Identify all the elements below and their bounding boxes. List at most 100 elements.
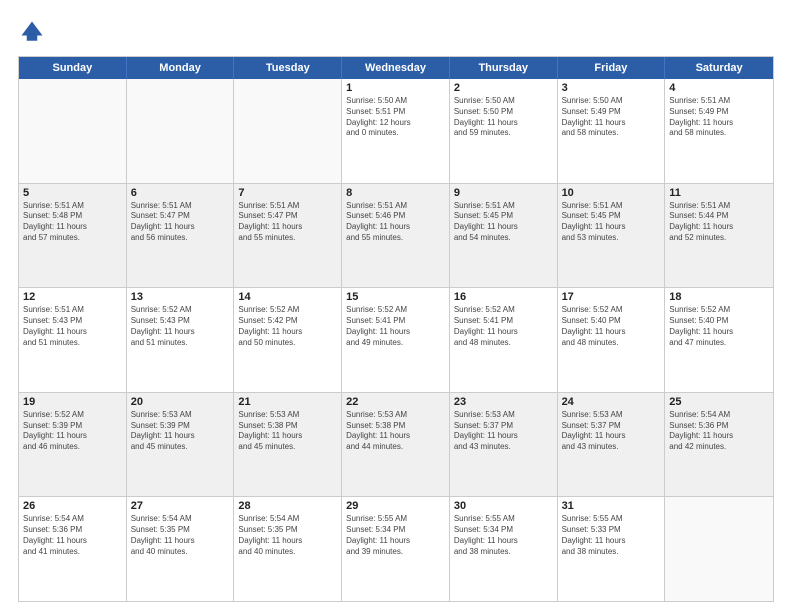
day-text: Sunrise: 5:51 AM Sunset: 5:47 PM Dayligh…: [238, 201, 337, 244]
day-cell-14: 14Sunrise: 5:52 AM Sunset: 5:42 PM Dayli…: [234, 288, 342, 392]
day-cell-28: 28 Sunrise: 5:54 AM Sunset: 5:35 PM Dayli…: [234, 497, 342, 601]
empty-cell-4-6: [665, 497, 773, 601]
day-number: 18: [669, 291, 769, 303]
day-number: 26: [23, 500, 122, 512]
day-text: Sunrise: 5:51 AM Sunset: 5:47 PM Dayligh…: [131, 201, 230, 244]
day-number: 27: [131, 500, 230, 512]
day-cell-24: 24Sunrise: 5:53 AM Sunset: 5:37 PM Dayli…: [558, 393, 666, 497]
day-number: 10: [562, 187, 661, 199]
day-number: 5: [23, 187, 122, 199]
day-text: Sunrise: 5:52 AM Sunset: 5:41 PM Dayligh…: [346, 305, 445, 348]
calendar-row-4: 26 Sunrise: 5:54 AM Sunset: 5:36 PM Dayli…: [19, 496, 773, 601]
day-number: 17: [562, 291, 661, 303]
day-number: 28: [238, 500, 337, 512]
day-text: Sunrise: 5:51 AM Sunset: 5:43 PM Dayligh…: [23, 305, 122, 348]
empty-cell-0-2: [234, 79, 342, 183]
day-text: Sunrise: 5:52 AM Sunset: 5:40 PM Dayligh…: [669, 305, 769, 348]
calendar-header: SundayMondayTuesdayWednesdayThursdayFrid…: [19, 57, 773, 79]
day-cell-17: 17 Sunrise: 5:52 AM Sunset: 5:40 PM Dayli…: [558, 288, 666, 392]
header-day-tuesday: Tuesday: [234, 57, 342, 79]
day-number: 11: [669, 187, 769, 199]
day-text: Sunrise: 5:50 AM Sunset: 5:51 PM Dayligh…: [346, 96, 445, 139]
day-text: Sunrise: 5:51 AM Sunset: 5:45 PM Dayligh…: [454, 201, 553, 244]
day-cell-25: 25 Sunrise: 5:54 AM Sunset: 5:36 PM Dayli…: [665, 393, 773, 497]
day-number: 21: [238, 396, 337, 408]
day-cell-18: 18 Sunrise: 5:52 AM Sunset: 5:40 PM Dayli…: [665, 288, 773, 392]
day-number: 25: [669, 396, 769, 408]
day-cell-8: 8 Sunrise: 5:51 AM Sunset: 5:46 PM Daylig…: [342, 184, 450, 288]
day-number: 20: [131, 396, 230, 408]
day-number: 13: [131, 291, 230, 303]
day-text: Sunrise: 5:54 AM Sunset: 5:35 PM Dayligh…: [238, 514, 337, 557]
day-number: 8: [346, 187, 445, 199]
day-cell-22: 22Sunrise: 5:53 AM Sunset: 5:38 PM Dayli…: [342, 393, 450, 497]
day-cell-2: 2 Sunrise: 5:50 AM Sunset: 5:50 PM Daylig…: [450, 79, 558, 183]
header-day-wednesday: Wednesday: [342, 57, 450, 79]
header-day-saturday: Saturday: [665, 57, 773, 79]
calendar-row-0: 1 Sunrise: 5:50 AM Sunset: 5:51 PM Daylig…: [19, 79, 773, 183]
day-number: 15: [346, 291, 445, 303]
day-cell-15: 15 Sunrise: 5:52 AM Sunset: 5:41 PM Dayli…: [342, 288, 450, 392]
day-cell-30: 30Sunrise: 5:55 AM Sunset: 5:34 PM Dayli…: [450, 497, 558, 601]
day-text: Sunrise: 5:52 AM Sunset: 5:42 PM Dayligh…: [238, 305, 337, 348]
day-number: 22: [346, 396, 445, 408]
day-cell-27: 27 Sunrise: 5:54 AM Sunset: 5:35 PM Dayli…: [127, 497, 235, 601]
calendar: SundayMondayTuesdayWednesdayThursdayFrid…: [18, 56, 774, 602]
day-cell-6: 6 Sunrise: 5:51 AM Sunset: 5:47 PM Daylig…: [127, 184, 235, 288]
day-cell-4: 4 Sunrise: 5:51 AM Sunset: 5:49 PM Daylig…: [665, 79, 773, 183]
day-text: Sunrise: 5:53 AM Sunset: 5:39 PM Dayligh…: [131, 410, 230, 453]
day-cell-5: 5 Sunrise: 5:51 AM Sunset: 5:48 PM Daylig…: [19, 184, 127, 288]
day-text: Sunrise: 5:51 AM Sunset: 5:46 PM Dayligh…: [346, 201, 445, 244]
header-day-friday: Friday: [558, 57, 666, 79]
day-number: 4: [669, 82, 769, 94]
day-text: Sunrise: 5:54 AM Sunset: 5:36 PM Dayligh…: [669, 410, 769, 453]
logo: [18, 18, 50, 46]
day-number: 29: [346, 500, 445, 512]
day-number: 3: [562, 82, 661, 94]
day-cell-19: 19Sunrise: 5:52 AM Sunset: 5:39 PM Dayli…: [19, 393, 127, 497]
day-number: 31: [562, 500, 661, 512]
day-number: 7: [238, 187, 337, 199]
calendar-row-2: 12 Sunrise: 5:51 AM Sunset: 5:43 PM Dayli…: [19, 287, 773, 392]
day-text: Sunrise: 5:52 AM Sunset: 5:43 PM Dayligh…: [131, 305, 230, 348]
day-cell-21: 21Sunrise: 5:53 AM Sunset: 5:38 PM Dayli…: [234, 393, 342, 497]
day-text: Sunrise: 5:54 AM Sunset: 5:35 PM Dayligh…: [131, 514, 230, 557]
day-cell-11: 11 Sunrise: 5:51 AM Sunset: 5:44 PM Dayli…: [665, 184, 773, 288]
day-cell-12: 12 Sunrise: 5:51 AM Sunset: 5:43 PM Dayli…: [19, 288, 127, 392]
day-text: Sunrise: 5:55 AM Sunset: 5:34 PM Dayligh…: [346, 514, 445, 557]
day-cell-3: 3 Sunrise: 5:50 AM Sunset: 5:49 PM Daylig…: [558, 79, 666, 183]
day-number: 23: [454, 396, 553, 408]
day-number: 9: [454, 187, 553, 199]
day-text: Sunrise: 5:54 AM Sunset: 5:36 PM Dayligh…: [23, 514, 122, 557]
day-number: 24: [562, 396, 661, 408]
logo-icon: [18, 18, 46, 46]
day-cell-23: 23 Sunrise: 5:53 AM Sunset: 5:37 PM Dayli…: [450, 393, 558, 497]
day-number: 6: [131, 187, 230, 199]
header-day-thursday: Thursday: [450, 57, 558, 79]
day-cell-26: 26 Sunrise: 5:54 AM Sunset: 5:36 PM Dayli…: [19, 497, 127, 601]
day-number: 2: [454, 82, 553, 94]
day-text: Sunrise: 5:52 AM Sunset: 5:40 PM Dayligh…: [562, 305, 661, 348]
day-cell-13: 13 Sunrise: 5:52 AM Sunset: 5:43 PM Dayli…: [127, 288, 235, 392]
empty-cell-0-0: [19, 79, 127, 183]
day-text: Sunrise: 5:53 AM Sunset: 5:37 PM Dayligh…: [454, 410, 553, 453]
day-number: 12: [23, 291, 122, 303]
day-cell-29: 29 Sunrise: 5:55 AM Sunset: 5:34 PM Dayli…: [342, 497, 450, 601]
day-text: Sunrise: 5:51 AM Sunset: 5:49 PM Dayligh…: [669, 96, 769, 139]
day-cell-9: 9 Sunrise: 5:51 AM Sunset: 5:45 PM Daylig…: [450, 184, 558, 288]
day-text: Sunrise: 5:50 AM Sunset: 5:50 PM Dayligh…: [454, 96, 553, 139]
day-text: Sunrise: 5:51 AM Sunset: 5:44 PM Dayligh…: [669, 201, 769, 244]
day-cell-1: 1 Sunrise: 5:50 AM Sunset: 5:51 PM Daylig…: [342, 79, 450, 183]
day-text: Sunrise: 5:55 AM Sunset: 5:33 PM Dayligh…: [562, 514, 661, 557]
day-cell-10: 10 Sunrise: 5:51 AM Sunset: 5:45 PM Dayli…: [558, 184, 666, 288]
header-day-monday: Monday: [127, 57, 235, 79]
day-text: Sunrise: 5:51 AM Sunset: 5:48 PM Dayligh…: [23, 201, 122, 244]
day-text: Sunrise: 5:51 AM Sunset: 5:45 PM Dayligh…: [562, 201, 661, 244]
day-number: 1: [346, 82, 445, 94]
calendar-body: 1 Sunrise: 5:50 AM Sunset: 5:51 PM Daylig…: [19, 79, 773, 601]
day-text: Sunrise: 5:55 AM Sunset: 5:34 PM Dayligh…: [454, 514, 553, 557]
day-text: Sunrise: 5:50 AM Sunset: 5:49 PM Dayligh…: [562, 96, 661, 139]
day-cell-16: 16Sunrise: 5:52 AM Sunset: 5:41 PM Dayli…: [450, 288, 558, 392]
day-cell-20: 20 Sunrise: 5:53 AM Sunset: 5:39 PM Dayli…: [127, 393, 235, 497]
header-day-sunday: Sunday: [19, 57, 127, 79]
